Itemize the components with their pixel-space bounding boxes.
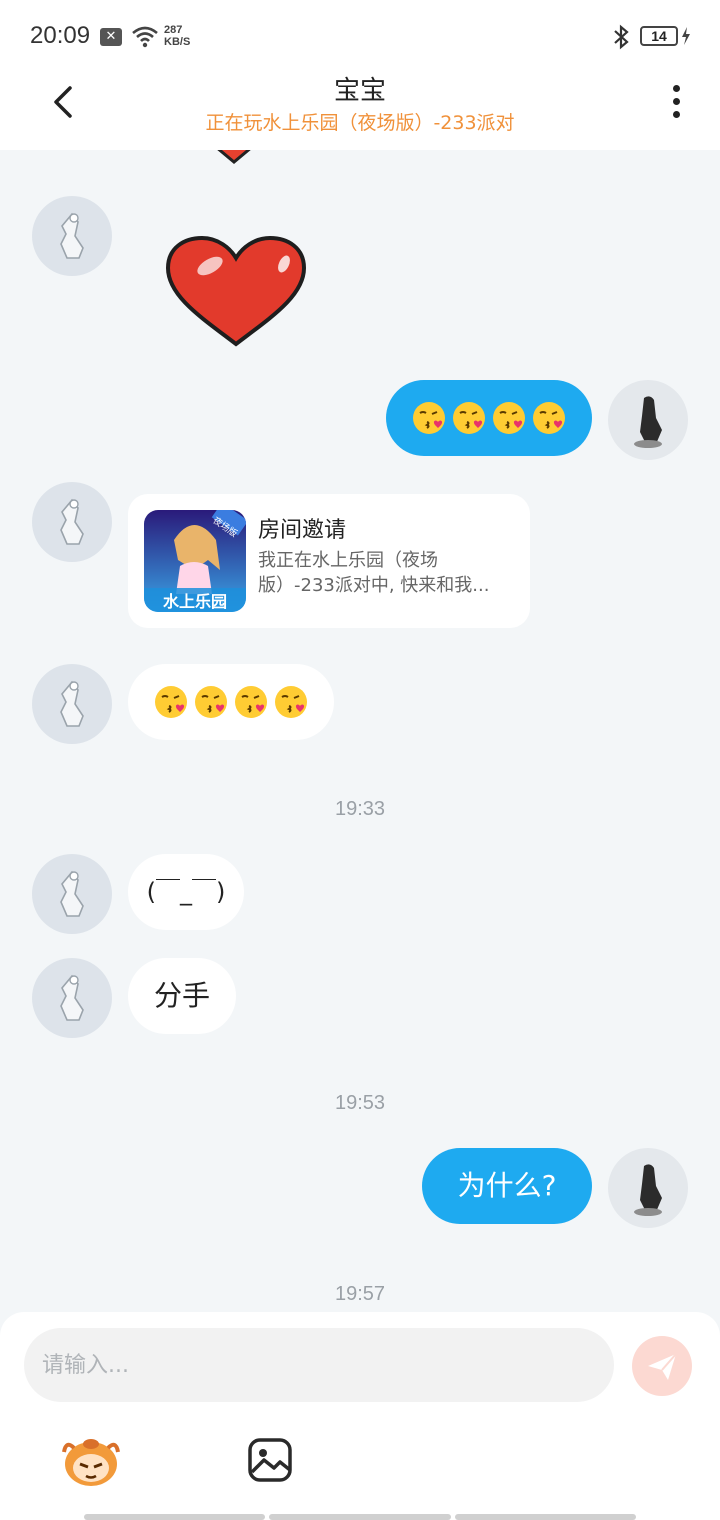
network-speed-value: 287 <box>164 24 183 36</box>
invite-title: 房间邀请 <box>258 518 347 543</box>
network-speed-unit: KB/S <box>164 36 191 48</box>
navigation-bar <box>84 1514 636 1520</box>
contact-avatar[interactable] <box>32 854 112 934</box>
kiss-emoji-icon <box>413 402 445 434</box>
contact-name: 宝宝 <box>333 76 386 106</box>
sent-message-bubble[interactable]: 为什么? <box>422 1148 592 1224</box>
status-time: 20:09 <box>30 22 91 49</box>
bluetooth-icon <box>614 24 629 50</box>
battery-icon: 14 <box>640 26 678 46</box>
network-speed: 287 KB/S <box>164 24 190 48</box>
received-message-bubble[interactable]: 😘😘😘😘 <box>128 664 334 740</box>
message-timestamp: 19:57 <box>334 1283 386 1305</box>
kiss-emoji-icon <box>195 686 227 718</box>
kiss-emoji-icon <box>453 402 485 434</box>
invite-description: 我正在水上乐园（夜场版）-233派对中, 快来和我... <box>258 550 490 596</box>
heart-sticker[interactable] <box>162 234 310 350</box>
chat-messages[interactable]: 😘😘😘😘 水上乐园 夜场版 房间邀请 <box>0 150 720 1312</box>
kiss-emoji-icon <box>155 686 187 718</box>
message-input[interactable] <box>24 1328 614 1402</box>
send-button[interactable] <box>632 1336 692 1396</box>
chat-header: 宝宝 正在玩水上乐园（夜场版）-233派对 <box>0 68 720 150</box>
charging-icon <box>682 27 690 45</box>
status-bar: 20:09 ✕ 287 KB/S 14 <box>0 0 720 68</box>
heart-sticker-partial <box>217 150 251 164</box>
message-timestamp: 19:33 <box>334 798 386 820</box>
contact-avatar[interactable] <box>32 196 112 276</box>
received-message-bubble[interactable]: 分手 <box>128 958 236 1034</box>
more-options-button[interactable] <box>662 82 690 122</box>
image-picker-icon[interactable] <box>246 1436 294 1484</box>
contact-avatar[interactable] <box>32 482 112 562</box>
notification-icon: ✕ <box>100 28 122 46</box>
message-composer <box>0 1312 720 1520</box>
send-icon <box>648 1353 677 1380</box>
sent-message-bubble[interactable]: 😘😘😘😘 <box>386 380 592 456</box>
game-thumbnail: 水上乐园 夜场版 <box>144 510 246 612</box>
message-timestamp: 19:53 <box>334 1092 386 1114</box>
emoji-sticker-icon[interactable] <box>60 1434 122 1488</box>
contact-avatar[interactable] <box>32 664 112 744</box>
my-avatar[interactable] <box>608 1148 688 1228</box>
contact-avatar[interactable] <box>32 958 112 1038</box>
game-thumbnail-label: 水上乐园 <box>162 592 227 611</box>
my-avatar[interactable] <box>608 380 688 460</box>
contact-status[interactable]: 正在玩水上乐园（夜场版）-233派对 <box>0 108 720 135</box>
wifi-icon <box>132 26 158 48</box>
received-message-bubble[interactable]: (￣_￣) <box>128 854 244 930</box>
room-invite-card[interactable]: 水上乐园 夜场版 房间邀请 我正在水上乐园（夜场版）-233派对中, 快来和我.… <box>128 494 530 628</box>
